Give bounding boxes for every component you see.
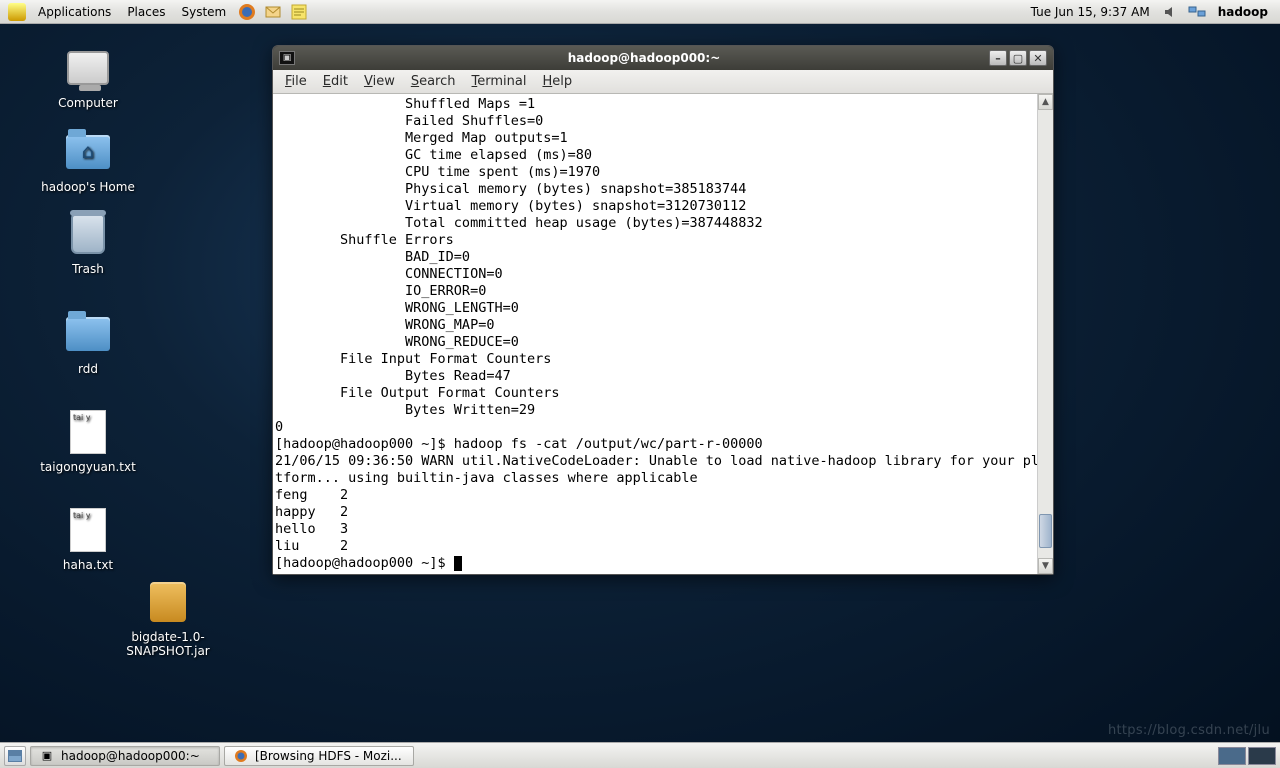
menu-terminal[interactable]: Terminal	[464, 72, 535, 91]
trash-icon	[71, 214, 105, 254]
menubar: File Edit View Search Terminal Help	[273, 70, 1053, 94]
desktop-icon-home[interactable]: ⌂ hadoop's Home	[28, 128, 148, 194]
terminal-window: ▣ hadoop@hadoop000:~ – ▢ ✕ File Edit Vie…	[272, 45, 1054, 575]
icon-label: taigongyuan.txt	[28, 460, 148, 474]
text-file-icon: tai y	[70, 508, 106, 552]
cursor-icon	[454, 556, 462, 571]
desktop-icon-jar[interactable]: bigdate-1.0-SNAPSHOT.jar	[108, 578, 228, 658]
minimize-button[interactable]: –	[989, 50, 1007, 66]
firefox-launcher-icon[interactable]	[237, 2, 257, 22]
icon-label: haha.txt	[28, 558, 148, 572]
icon-label: Computer	[28, 96, 148, 110]
task-terminal[interactable]: ▣ hadoop@hadoop000:~	[30, 746, 220, 766]
show-desktop-button[interactable]	[4, 746, 26, 766]
menu-view[interactable]: View	[356, 72, 403, 91]
desktop-icon-rdd[interactable]: rdd	[28, 310, 148, 376]
text-file-icon: tai y	[70, 410, 106, 454]
terminal-icon: ▣	[279, 51, 295, 65]
icon-label: hadoop's Home	[28, 180, 148, 194]
titlebar[interactable]: ▣ hadoop@hadoop000:~ – ▢ ✕	[273, 46, 1053, 70]
icon-label: Trash	[28, 262, 148, 276]
watermark: https://blog.csdn.net/jlu	[1108, 723, 1270, 738]
scrollbar[interactable]: ▲ ▼	[1037, 94, 1053, 574]
folder-icon	[66, 317, 110, 351]
system-menu[interactable]: System	[173, 3, 234, 21]
icon-label: bigdate-1.0-SNAPSHOT.jar	[108, 630, 228, 658]
desktop-icon-haha[interactable]: tai y haha.txt	[28, 506, 148, 572]
home-folder-icon: ⌂	[66, 135, 110, 169]
close-button[interactable]: ✕	[1029, 50, 1047, 66]
notes-launcher-icon[interactable]	[289, 2, 309, 22]
bottom-panel: ▣ hadoop@hadoop000:~ [Browsing HDFS - Mo…	[0, 742, 1280, 768]
computer-icon	[67, 51, 109, 85]
workspace-2[interactable]	[1248, 747, 1276, 765]
maximize-button[interactable]: ▢	[1009, 50, 1027, 66]
terminal-body[interactable]: Shuffled Maps =1 Failed Shuffles=0 Merge…	[273, 94, 1053, 574]
terminal-output[interactable]: Shuffled Maps =1 Failed Shuffles=0 Merge…	[273, 94, 1037, 574]
desktop-icon-trash[interactable]: Trash	[28, 210, 148, 276]
terminal-prompt: [hadoop@hadoop000 ~]$	[275, 555, 454, 571]
network-icon[interactable]	[1187, 2, 1207, 22]
workspace-1[interactable]	[1218, 747, 1246, 765]
task-label: hadoop@hadoop000:~	[61, 749, 200, 763]
scroll-thumb[interactable]	[1039, 514, 1052, 548]
applications-menu[interactable]: Applications	[30, 3, 119, 21]
scroll-down-button[interactable]: ▼	[1038, 558, 1053, 574]
menu-search[interactable]: Search	[403, 72, 464, 91]
mail-launcher-icon[interactable]	[263, 2, 283, 22]
jar-icon	[150, 582, 186, 622]
user-menu[interactable]: hadoop	[1210, 3, 1276, 21]
volume-icon[interactable]	[1161, 2, 1181, 22]
gnome-foot-icon[interactable]	[7, 2, 27, 22]
menu-file[interactable]: File	[277, 72, 315, 91]
window-title: hadoop@hadoop000:~	[301, 51, 987, 65]
clock[interactable]: Tue Jun 15, 9:37 AM	[1023, 3, 1158, 21]
menu-help[interactable]: Help	[534, 72, 580, 91]
terminal-icon: ▣	[39, 749, 55, 763]
top-panel: Applications Places System Tue Jun 15, 9…	[0, 0, 1280, 24]
places-menu[interactable]: Places	[119, 3, 173, 21]
desktop-icon-computer[interactable]: Computer	[28, 44, 148, 110]
icon-label: rdd	[28, 362, 148, 376]
desktop-icon-taigong[interactable]: tai y taigongyuan.txt	[28, 408, 148, 474]
workspace-switcher[interactable]	[1218, 747, 1276, 765]
task-label: [Browsing HDFS - Mozi...	[255, 749, 402, 763]
terminal-lines: Shuffled Maps =1 Failed Shuffles=0 Merge…	[275, 96, 1037, 554]
task-firefox[interactable]: [Browsing HDFS - Mozi...	[224, 746, 414, 766]
menu-edit[interactable]: Edit	[315, 72, 356, 91]
scroll-up-button[interactable]: ▲	[1038, 94, 1053, 110]
firefox-icon	[233, 749, 249, 763]
